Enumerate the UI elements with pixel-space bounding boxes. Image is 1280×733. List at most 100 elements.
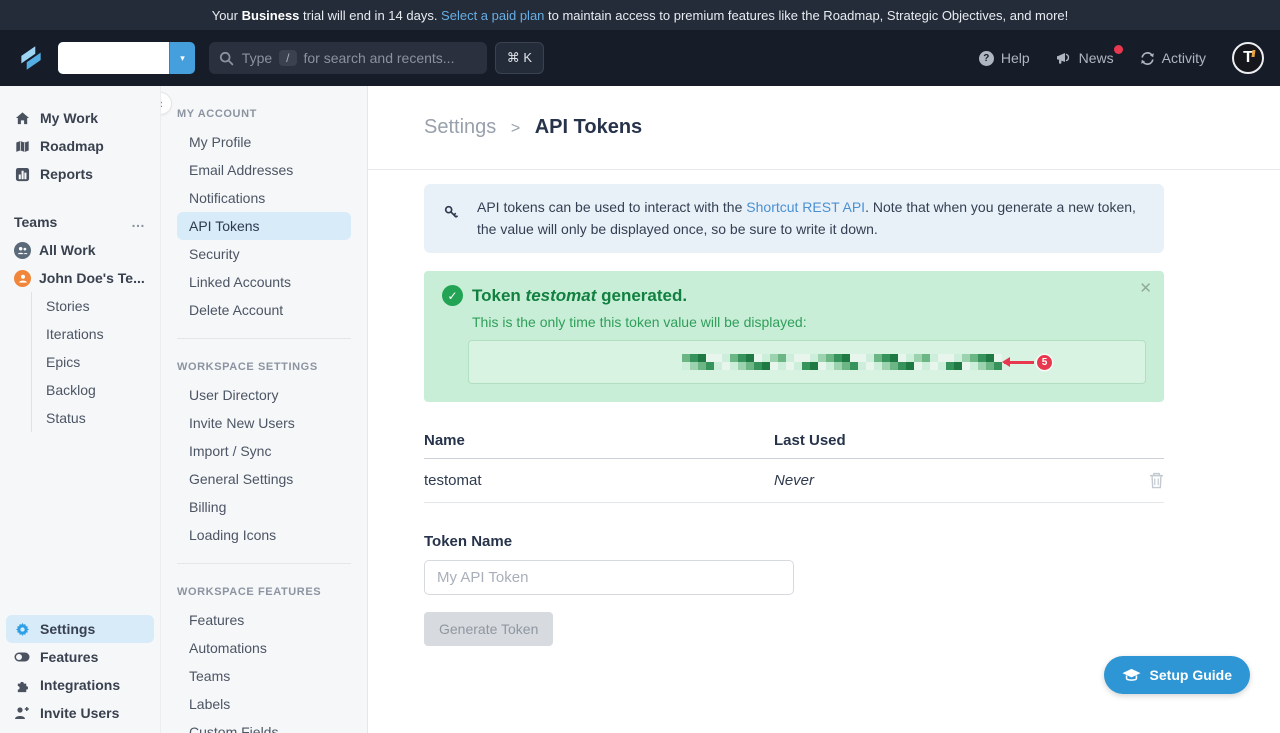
token-generated-alert: ✕ ✓ Token testomat generated. This is th…	[424, 271, 1164, 402]
close-icon[interactable]: ✕	[1139, 279, 1152, 297]
workspace-avatar[interactable]: T	[1232, 42, 1264, 74]
map-icon	[14, 139, 30, 154]
settings-item-security[interactable]: Security	[177, 240, 351, 268]
key-icon	[442, 203, 461, 240]
sidebar-item-status[interactable]: Status	[32, 404, 160, 432]
table-header: Name Last Used	[424, 432, 1164, 459]
api-tokens-info-note: API tokens can be used to interact with …	[424, 184, 1164, 253]
settings-item-delete-account[interactable]: Delete Account	[177, 296, 351, 324]
sidebar-item-backlog[interactable]: Backlog	[32, 376, 160, 404]
token-name-input[interactable]	[424, 560, 794, 595]
toggle-icon	[14, 652, 30, 662]
info-text: API tokens can be used to interact with …	[477, 197, 1146, 240]
create-story-button[interactable]: Create Story ▾	[58, 42, 195, 74]
column-header-name: Name	[424, 432, 774, 449]
news-button[interactable]: News	[1056, 50, 1114, 66]
token-name-label: Token Name	[424, 533, 1164, 550]
shortcut-rest-api-link[interactable]: Shortcut REST API	[746, 199, 865, 215]
annotation: 5	[1004, 355, 1052, 370]
bar-chart-icon	[14, 167, 30, 182]
sidebar-item-stories[interactable]: Stories	[32, 292, 160, 320]
chevron-left-icon: ‹	[160, 96, 163, 111]
sidebar-item-iterations[interactable]: Iterations	[32, 320, 160, 348]
team-subnav: Stories Iterations Epics Backlog Status	[31, 292, 160, 432]
section-title-my-account: MY ACCOUNT	[177, 100, 351, 128]
settings-item-api-tokens[interactable]: API Tokens	[177, 212, 351, 240]
select-paid-plan-link[interactable]: Select a paid plan	[441, 8, 544, 23]
sidebar-item-invite-users[interactable]: Invite Users	[6, 699, 154, 727]
settings-item-import-sync[interactable]: Import / Sync	[177, 437, 351, 465]
settings-item-loading-icons[interactable]: Loading Icons	[177, 521, 351, 549]
news-notification-dot	[1114, 45, 1123, 54]
annotation-badge: 5	[1037, 355, 1052, 370]
settings-item-billing[interactable]: Billing	[177, 493, 351, 521]
token-name: testomat	[526, 286, 597, 305]
search-placeholder: for search and recents...	[304, 50, 455, 66]
primary-sidebar: My Work Roadmap Reports Teams … All Work…	[0, 86, 160, 733]
token-row-last-used: Never	[774, 472, 1149, 489]
shortcut-logo-icon[interactable]	[16, 43, 46, 73]
table-row: testomat Never	[424, 459, 1164, 503]
setup-guide-button[interactable]: Setup Guide	[1104, 656, 1250, 694]
generate-token-button[interactable]: Generate Token	[424, 612, 553, 646]
divider	[177, 563, 351, 564]
sidebar-item-features[interactable]: Features	[6, 643, 154, 671]
sidebar-item-my-work[interactable]: My Work	[0, 104, 160, 132]
trial-banner: Your Business trial will end in 14 days.…	[0, 0, 1280, 30]
settings-item-custom-fields[interactable]: Custom Fields	[177, 718, 351, 733]
breadcrumb-settings[interactable]: Settings	[424, 116, 496, 138]
avatar-accent	[1252, 50, 1256, 57]
settings-item-invite-new-users[interactable]: Invite New Users	[177, 409, 351, 437]
banner-plan-name: Business	[242, 8, 300, 23]
teams-menu-button[interactable]: …	[131, 214, 146, 230]
settings-item-features[interactable]: Features	[177, 606, 351, 634]
slash-key-badge: /	[279, 50, 296, 66]
sidebar-item-all-work[interactable]: All Work	[0, 236, 160, 264]
alert-title: Token testomat generated.	[472, 286, 687, 306]
sidebar-item-roadmap[interactable]: Roadmap	[0, 132, 160, 160]
people-avatar-icon	[14, 242, 31, 259]
settings-item-labels[interactable]: Labels	[177, 690, 351, 718]
keyboard-shortcut-badge[interactable]: ⌘ K	[495, 42, 544, 74]
sidebar-item-integrations[interactable]: Integrations	[6, 671, 154, 699]
puzzle-icon	[14, 678, 30, 693]
activity-button[interactable]: Activity	[1140, 50, 1206, 66]
gear-icon	[14, 622, 30, 637]
token-row-name: testomat	[424, 472, 774, 489]
section-title-workspace-features: WORKSPACE FEATURES	[177, 578, 351, 606]
sidebar-item-reports[interactable]: Reports	[0, 160, 160, 188]
teams-section-title: Teams	[14, 214, 57, 230]
alert-subtitle: This is the only time this token value w…	[472, 314, 1146, 330]
create-story-label[interactable]: Create Story	[58, 42, 169, 74]
check-circle-icon: ✓	[442, 285, 463, 306]
token-redacted-value	[682, 354, 1002, 370]
column-header-last-used: Last Used	[774, 432, 1164, 449]
delete-token-button[interactable]	[1149, 472, 1164, 489]
section-title-workspace-settings: WORKSPACE SETTINGS	[177, 353, 351, 381]
settings-item-my-profile[interactable]: My Profile	[177, 128, 351, 156]
settings-item-user-directory[interactable]: User Directory	[177, 381, 351, 409]
top-navbar: Create Story ▾ Type / for search and rec…	[0, 30, 1280, 86]
settings-item-automations[interactable]: Automations	[177, 634, 351, 662]
breadcrumb: Settings > API Tokens	[424, 116, 1224, 139]
sidebar-item-john-does-team[interactable]: John Doe's Te...	[0, 264, 160, 292]
create-story-dropdown[interactable]: ▾	[169, 42, 195, 74]
help-button[interactable]: ? Help	[979, 50, 1030, 66]
settings-item-general-settings[interactable]: General Settings	[177, 465, 351, 493]
search-input[interactable]: Type / for search and recents...	[209, 42, 487, 74]
settings-item-email-addresses[interactable]: Email Addresses	[177, 156, 351, 184]
settings-item-teams[interactable]: Teams	[177, 662, 351, 690]
main-content: Settings > API Tokens API tokens can be …	[368, 86, 1280, 733]
settings-item-notifications[interactable]: Notifications	[177, 184, 351, 212]
collapse-sidebar-button[interactable]: ‹	[160, 92, 172, 115]
divider	[177, 338, 351, 339]
graduation-cap-icon	[1122, 668, 1141, 683]
breadcrumb-separator: >	[511, 120, 520, 137]
settings-item-linked-accounts[interactable]: Linked Accounts	[177, 268, 351, 296]
search-icon	[219, 51, 234, 66]
search-type-label: Type	[242, 50, 272, 66]
trash-icon	[1149, 472, 1164, 489]
sidebar-item-settings[interactable]: Settings	[6, 615, 154, 643]
sidebar-item-epics[interactable]: Epics	[32, 348, 160, 376]
annotation-arrow-icon	[1004, 361, 1034, 364]
